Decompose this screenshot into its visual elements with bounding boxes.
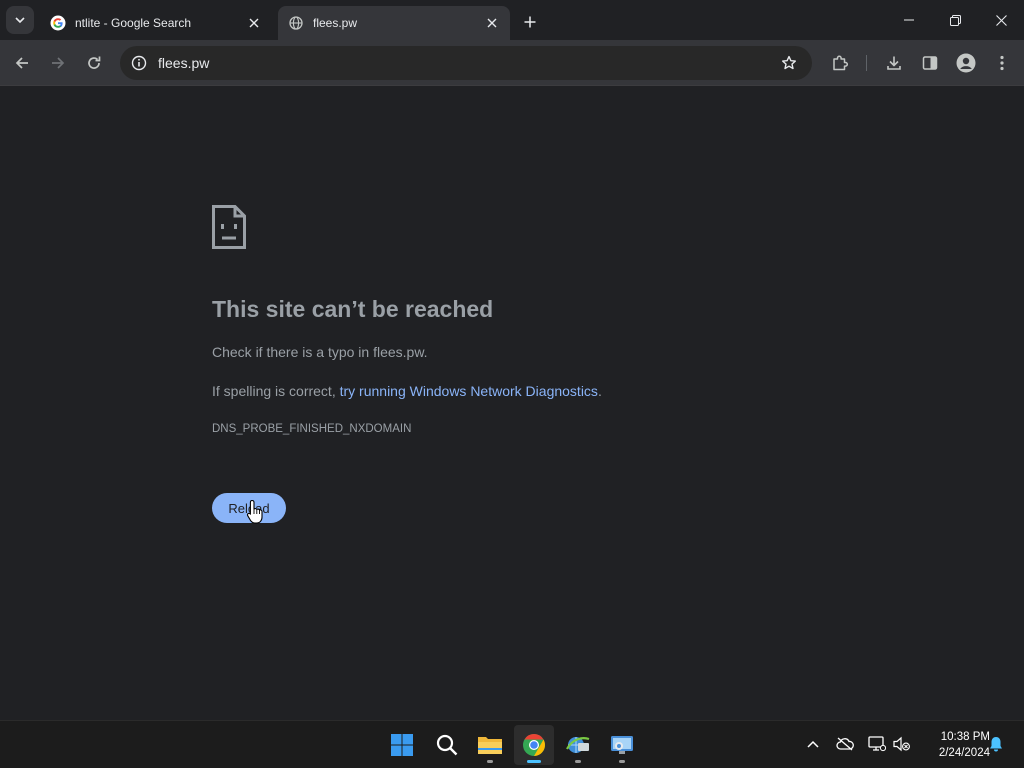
url-input[interactable] (156, 55, 772, 71)
taskbar-clock[interactable]: 10:38 PM 2/24/2024 (916, 729, 990, 761)
running-indicator (619, 760, 625, 763)
side-panel-button[interactable] (915, 48, 945, 78)
tab-flees[interactable]: flees.pw (278, 6, 510, 40)
start-button[interactable] (382, 725, 422, 765)
error-code: DNS_PROBE_FINISHED_NXDOMAIN (212, 423, 412, 435)
profile-icon (956, 53, 976, 73)
close-icon (487, 18, 497, 28)
profile-button[interactable] (951, 48, 981, 78)
side-panel-icon (922, 56, 938, 70)
network-diagnostics-link[interactable]: try running Windows Network Diagnostics (340, 383, 598, 399)
browser-toolbar (0, 40, 1024, 86)
globe-icon (288, 15, 304, 31)
chevron-down-icon (15, 17, 25, 24)
volume-tray-button[interactable] (891, 733, 913, 755)
remote-desktop-icon (611, 736, 633, 754)
back-button[interactable] (7, 48, 37, 78)
arrow-left-icon (15, 57, 28, 69)
diagnostics-suffix: . (597, 383, 602, 399)
bell-icon (990, 737, 1002, 752)
chrome-taskbar-button[interactable] (514, 725, 554, 765)
clock-time: 10:38 PM (940, 731, 990, 743)
new-tab-button[interactable] (518, 10, 542, 34)
chevron-up-icon (807, 740, 819, 748)
tab-close-button[interactable] (246, 15, 262, 31)
close-icon (995, 14, 1007, 26)
cloud-offline-icon (836, 737, 854, 751)
menu-button[interactable] (987, 48, 1017, 78)
forward-button[interactable] (43, 48, 73, 78)
error-hint-typo: Check if there is a typo in flees.pw. (212, 344, 428, 360)
refresh-icon (88, 56, 101, 69)
tab-strip: ntlite - Google Search flees.pw (0, 0, 1024, 40)
tab-google-search[interactable]: ntlite - Google Search (40, 6, 272, 40)
onedrive-tray-button[interactable] (834, 733, 856, 755)
tab-title: flees.pw (313, 16, 358, 30)
address-bar[interactable] (120, 46, 812, 80)
sad-page-icon (212, 205, 246, 249)
close-window-button[interactable] (978, 0, 1024, 40)
toolbar-separator (866, 55, 867, 71)
extensions-button[interactable] (825, 48, 855, 78)
file-explorer-icon (478, 737, 502, 754)
restore-button[interactable] (932, 0, 978, 40)
arrow-right-icon (52, 57, 65, 69)
file-explorer-button[interactable] (470, 725, 510, 765)
clock-date: 2/24/2024 (938, 747, 990, 759)
tab-title: ntlite - Google Search (75, 16, 192, 30)
google-g-icon (50, 15, 66, 31)
minimize-icon (904, 19, 914, 21)
running-indicator (575, 760, 581, 763)
running-indicator (487, 760, 493, 763)
restore-icon (949, 14, 961, 26)
tab-close-button[interactable] (484, 15, 500, 31)
volume-muted-icon (893, 736, 910, 752)
taskbar-search-button[interactable] (427, 725, 467, 765)
tab-search-button[interactable] (6, 6, 34, 34)
page-content: This site can’t be reached Check if ther… (0, 87, 1024, 720)
network-app-button[interactable] (558, 725, 598, 765)
chrome-icon (523, 734, 545, 756)
error-hint-diagnostics: If spelling is correct, try running Wind… (212, 383, 602, 399)
close-icon (249, 18, 259, 28)
reload-toolbar-button[interactable] (79, 48, 109, 78)
remote-desktop-button[interactable] (602, 725, 642, 765)
tray-overflow-button[interactable] (802, 733, 824, 755)
network-app-icon (566, 737, 590, 753)
plus-icon (524, 16, 536, 28)
error-title: This site can’t be reached (212, 296, 494, 322)
network-icon (868, 736, 886, 752)
site-info-icon[interactable] (122, 46, 156, 80)
download-icon (887, 56, 901, 70)
minimize-button[interactable] (886, 0, 932, 40)
more-vert-icon (1000, 55, 1004, 71)
search-icon (436, 734, 458, 756)
puzzle-icon (833, 55, 849, 71)
hand-cursor-icon (246, 499, 263, 524)
notifications-button[interactable] (985, 733, 1007, 755)
windows-start-icon (391, 734, 413, 756)
network-tray-button[interactable] (866, 733, 888, 755)
diagnostics-prefix: If spelling is correct, (212, 383, 340, 399)
bookmark-star-icon[interactable] (772, 46, 806, 80)
active-indicator (527, 760, 541, 763)
windows-taskbar: 10:38 PM 2/24/2024 (0, 720, 1024, 768)
downloads-button[interactable] (879, 48, 909, 78)
